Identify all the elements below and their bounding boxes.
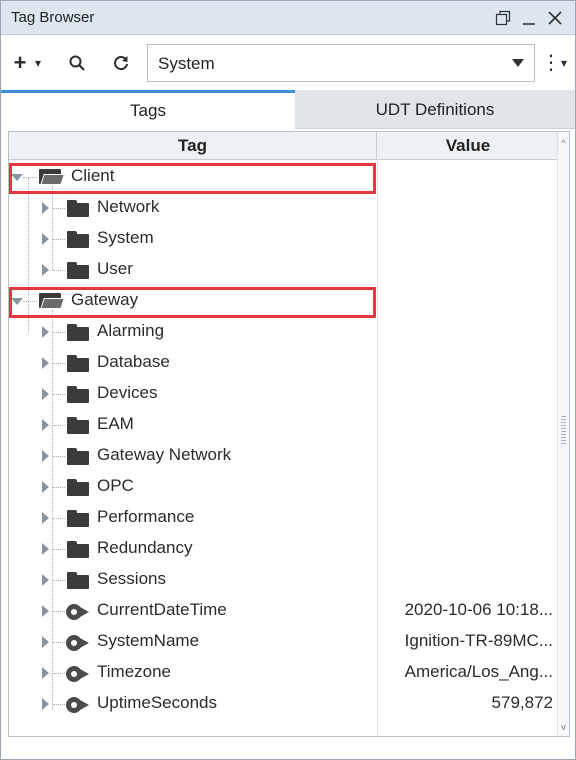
column-header-tag[interactable]: Tag (9, 132, 377, 160)
tree-row-network[interactable]: Network (9, 193, 559, 224)
minimize-icon[interactable] (517, 5, 541, 31)
float-window-icon[interactable] (491, 5, 515, 31)
tree-row-eam[interactable]: EAM (9, 410, 559, 441)
tag-provider-select[interactable]: System (147, 44, 535, 82)
tree-row-label: OPC (97, 476, 134, 495)
expand-arrow-icon[interactable] (42, 512, 49, 524)
folder-icon (67, 417, 89, 434)
tree-row-uptime-seconds[interactable]: UptimeSeconds 579,872 (9, 689, 559, 720)
folder-icon (67, 448, 89, 465)
tag-table: Tag Value Client Network System User Gat… (8, 131, 570, 737)
more-options-icon[interactable]: ⋮ (541, 49, 561, 77)
tree-row-system-name[interactable]: SystemName Ignition-TR-89MC... (9, 627, 559, 658)
table-header: Tag Value (9, 132, 559, 160)
folder-icon (67, 541, 89, 558)
column-header-value[interactable]: Value (377, 132, 559, 160)
vertical-scrollbar[interactable]: ^ v (557, 132, 569, 736)
tag-icon (66, 604, 92, 620)
expand-arrow-icon[interactable] (42, 419, 49, 431)
tab-udt-definitions[interactable]: UDT Definitions (295, 90, 575, 129)
tree-row-performance[interactable]: Performance (9, 503, 559, 534)
expand-arrow-icon[interactable] (42, 357, 49, 369)
tree-row-label: Sessions (97, 569, 166, 588)
expand-arrow-icon[interactable] (42, 233, 49, 245)
scroll-up-icon[interactable]: ^ (558, 136, 569, 150)
expand-arrow-icon[interactable] (42, 202, 49, 214)
folder-icon (67, 510, 89, 527)
tree-row-devices[interactable]: Devices (9, 379, 559, 410)
add-dropdown-caret-icon[interactable]: ▾ (31, 49, 45, 77)
tag-value: 2020-10-06 10:18... (404, 600, 553, 619)
title-bar: Tag Browser (1, 1, 575, 35)
expand-arrow-icon[interactable] (42, 605, 49, 617)
expand-arrow-icon[interactable] (42, 543, 49, 555)
tag-icon (66, 635, 92, 651)
expand-arrow-icon[interactable] (42, 574, 49, 586)
tree-row-label: Timezone (97, 662, 172, 681)
tree-row-user[interactable]: User (9, 255, 559, 286)
expand-arrow-icon[interactable] (42, 264, 49, 276)
tag-icon (66, 666, 92, 682)
tree-row-label: Network (97, 197, 160, 216)
tree-row-redundancy[interactable]: Redundancy (9, 534, 559, 565)
tag-icon (66, 697, 92, 713)
tree-row-timezone[interactable]: Timezone America/Los_Ang... (9, 658, 559, 689)
tree-row-label: Gateway Network (97, 445, 232, 464)
highlight-box-client (9, 163, 376, 194)
tree-row-label: Redundancy (97, 538, 193, 557)
folder-icon (67, 262, 89, 279)
folder-icon (67, 231, 89, 248)
tree-row-system[interactable]: System (9, 224, 559, 255)
highlight-box-gateway (9, 287, 376, 318)
expand-arrow-icon[interactable] (42, 698, 49, 710)
add-icon[interactable]: + (9, 49, 31, 77)
tab-tags[interactable]: Tags (1, 90, 295, 129)
tree-row-label: Performance (97, 507, 195, 526)
tree-row-label: UptimeSeconds (97, 693, 218, 712)
tree-row-alarming[interactable]: Alarming (9, 317, 559, 348)
tree-row-database[interactable]: Database (9, 348, 559, 379)
tag-provider-value: System (158, 54, 215, 73)
folder-icon (67, 355, 89, 372)
folder-icon (67, 200, 89, 217)
tree-row-label: Devices (97, 383, 158, 402)
folder-icon (67, 572, 89, 589)
more-options-caret-icon[interactable]: ▾ (557, 49, 571, 77)
tree-row-label: Database (97, 352, 170, 371)
folder-icon (67, 479, 89, 496)
tree-row-label: CurrentDateTime (97, 600, 227, 619)
expand-arrow-icon[interactable] (42, 450, 49, 462)
tree-row-opc[interactable]: OPC (9, 472, 559, 503)
tree-row-gateway-network[interactable]: Gateway Network (9, 441, 559, 472)
tree-row-current-date-time[interactable]: CurrentDateTime 2020-10-06 10:18... (9, 596, 559, 627)
close-icon[interactable] (543, 5, 567, 31)
scroll-grip[interactable] (561, 416, 566, 446)
expand-arrow-icon[interactable] (42, 636, 49, 648)
tree-row-sessions[interactable]: Sessions (9, 565, 559, 596)
expand-arrow-icon[interactable] (42, 326, 49, 338)
tree-row-label: System (97, 228, 154, 247)
expand-arrow-icon[interactable] (42, 388, 49, 400)
tree-row-label: SystemName (97, 631, 200, 650)
tag-value: 579,872 (491, 693, 553, 712)
tree-row-label: User (97, 259, 133, 278)
search-icon[interactable] (63, 49, 91, 77)
tag-value: America/Los_Ang... (404, 662, 553, 681)
chevron-down-icon[interactable] (512, 59, 524, 67)
tag-browser-panel: Tag Browser + ▾ System ⋮ ▾ Tags UDT Defi… (0, 0, 576, 760)
expand-arrow-icon[interactable] (42, 667, 49, 679)
tab-strip: Tags UDT Definitions (1, 90, 575, 129)
window-title: Tag Browser (11, 9, 95, 26)
tag-value: Ignition-TR-89MC... (404, 631, 553, 650)
tree-row-label: Alarming (97, 321, 165, 340)
refresh-icon[interactable] (107, 49, 135, 77)
toolbar: + ▾ System ⋮ ▾ (1, 36, 575, 90)
scroll-down-icon[interactable]: v (558, 720, 569, 734)
folder-icon (67, 324, 89, 341)
expand-arrow-icon[interactable] (42, 481, 49, 493)
tree-row-label: EAM (97, 414, 134, 433)
folder-icon (67, 386, 89, 403)
